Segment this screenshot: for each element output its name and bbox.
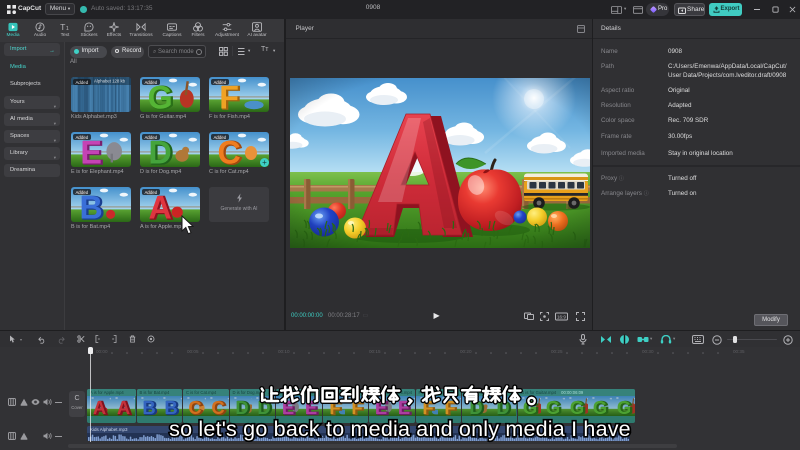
svg-text:Alphabet 128 kb: Alphabet 128 kb: [94, 79, 126, 84]
svg-text:16:9: 16:9: [557, 315, 566, 320]
svg-text:1: 1: [66, 26, 69, 32]
